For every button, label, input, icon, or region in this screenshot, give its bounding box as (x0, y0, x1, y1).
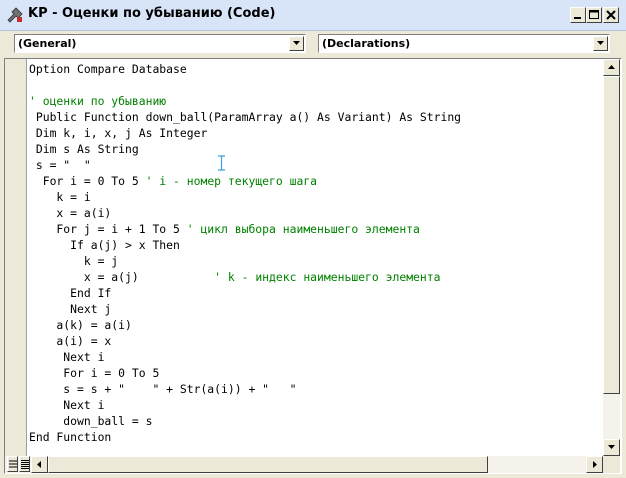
code-text: Dim s As String (29, 142, 139, 156)
code-text: Next i (29, 398, 105, 412)
code-line[interactable]: ' оценки по убыванию (29, 93, 166, 109)
horizontal-scroll-thumb[interactable] (48, 456, 488, 473)
code-text: down_ball = s (29, 414, 153, 428)
maximize-button[interactable] (586, 7, 602, 23)
arrow-up-icon (608, 65, 615, 69)
code-line[interactable]: Next i (29, 349, 104, 365)
code-line[interactable]: Option Compare Database (29, 61, 187, 77)
code-line[interactable]: For i = 0 To 5 (29, 365, 159, 381)
code-text: Next i (29, 350, 105, 364)
code-line[interactable]: If a(j) > x Then (29, 237, 180, 253)
code-text: For i = 0 To 5 (29, 174, 146, 188)
code-text: x = a(i) (29, 206, 112, 220)
code-line[interactable]: Public Function down_ball(ParamArray a()… (29, 109, 461, 125)
procedure-combo[interactable]: (Declarations) (318, 34, 610, 53)
code-comment: ' i - номер текущего шага (145, 174, 318, 188)
code-comment: ' цикл выбора наименьшего элемента (186, 222, 420, 236)
code-editor[interactable]: Option Compare Database ' оценки по убыва… (29, 59, 603, 456)
arrow-down-icon (608, 445, 615, 449)
code-text: s = " " (29, 158, 91, 172)
code-pane: Option Compare Database ' оценки по убыва… (4, 58, 622, 474)
code-text: End If (29, 286, 112, 300)
code-text: x = a(j) (29, 270, 215, 284)
object-combo-dropdown-button[interactable] (289, 36, 304, 51)
procedure-combo-dropdown-button[interactable] (593, 36, 608, 51)
code-line[interactable]: a(i) = x (29, 333, 111, 349)
code-comment: ' k - индекс наименьшего элемента (214, 270, 441, 284)
vba-module-icon (6, 6, 24, 24)
arrow-left-icon (37, 461, 41, 468)
code-text: If a(j) > x Then (29, 238, 180, 252)
title-bar[interactable]: KP - Оценки по убыванию (Code) (0, 0, 626, 31)
code-text: End Function (29, 430, 112, 444)
code-line[interactable]: Next i (29, 397, 104, 413)
code-text: k = j (29, 254, 119, 268)
procedure-combo-value: (Declarations) (322, 37, 411, 50)
code-line[interactable]: Dim k, i, x, j As Integer (29, 125, 207, 141)
maximize-icon (589, 10, 599, 19)
combo-row: (General) (Declarations) (0, 31, 626, 57)
code-line[interactable]: Next j (29, 301, 111, 317)
minimize-icon (574, 17, 581, 19)
size-grip (603, 456, 620, 473)
code-text: For i = 0 To 5 (29, 366, 160, 380)
code-line[interactable]: For i = 0 To 5 ' i - номер текущего шага (29, 173, 317, 189)
full-module-view-icon (21, 460, 29, 469)
arrow-right-icon (593, 461, 597, 468)
procedure-view-icon (9, 460, 17, 468)
code-line[interactable]: End Function (29, 429, 111, 445)
object-combo-value: (General) (18, 37, 77, 50)
code-line[interactable]: k = i (29, 189, 91, 205)
code-text: Option Compare Database (29, 62, 187, 76)
code-line[interactable]: s = s + " " + Str(a(i)) + " " (29, 381, 296, 397)
scroll-up-button[interactable] (603, 59, 620, 76)
minimize-button[interactable] (570, 7, 586, 23)
code-line[interactable]: End If (29, 285, 111, 301)
full-module-view-button[interactable] (19, 456, 30, 472)
chevron-down-icon (293, 41, 300, 45)
scroll-left-button[interactable] (31, 456, 48, 473)
vertical-scroll-thumb[interactable] (603, 76, 620, 394)
code-line[interactable]: Dim s As String (29, 141, 139, 157)
code-line[interactable]: s = " " (29, 157, 91, 173)
vertical-scrollbar[interactable] (603, 59, 620, 456)
close-button[interactable] (603, 7, 619, 23)
code-line[interactable]: down_ball = s (29, 413, 152, 429)
procedure-view-button[interactable] (7, 456, 18, 472)
code-comment: ' оценки по убыванию (29, 94, 167, 108)
code-text: k = i (29, 190, 91, 204)
chevron-down-icon (597, 41, 604, 45)
object-combo[interactable]: (General) (14, 34, 306, 53)
margin-indicator-bar[interactable] (5, 59, 27, 456)
code-line[interactable]: x = a(j) ' k - индекс наименьшего элемен… (29, 269, 441, 285)
ibeam-cursor-icon (217, 155, 226, 171)
scroll-right-button[interactable] (586, 456, 603, 473)
horizontal-scrollbar[interactable] (5, 456, 620, 473)
code-text: For j = i + 1 To 5 (29, 222, 187, 236)
code-text: s = s + " " + Str(a(i)) + " " (29, 382, 297, 396)
code-line[interactable]: x = a(i) (29, 205, 111, 221)
close-icon (606, 10, 616, 20)
code-text: Public Function down_ball(ParamArray a()… (29, 110, 462, 124)
code-text: Dim k, i, x, j As Integer (29, 126, 208, 140)
scroll-down-button[interactable] (603, 439, 620, 456)
code-text: a(i) = x (29, 334, 112, 348)
code-line[interactable]: k = j (29, 253, 118, 269)
window-title: KP - Оценки по убыванию (Code) (28, 6, 276, 21)
code-text: Next j (29, 302, 112, 316)
code-line[interactable]: For j = i + 1 To 5 ' цикл выбора наимень… (29, 221, 420, 237)
code-text: a(k) = a(i) (29, 318, 132, 332)
code-window: KP - Оценки по убыванию (Code) (General)… (0, 0, 626, 478)
code-line[interactable]: a(k) = a(i) (29, 317, 132, 333)
